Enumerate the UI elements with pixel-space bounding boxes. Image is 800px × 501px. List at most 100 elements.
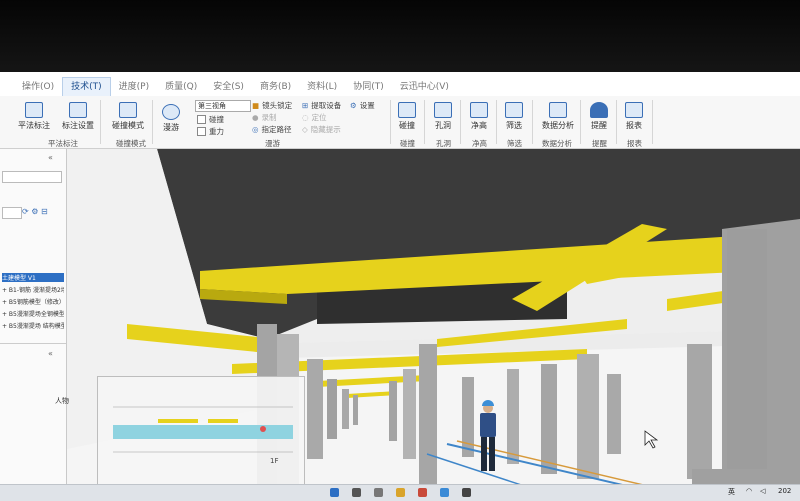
- minimap[interactable]: 1F: [97, 376, 305, 488]
- column: [419, 344, 437, 484]
- floor-select-dropdown[interactable]: [2, 207, 22, 219]
- group-label-filter: 筛选: [507, 139, 522, 148]
- bell-icon: [590, 102, 608, 118]
- gravity-checkbox-label: 重力: [209, 127, 224, 136]
- menu-item-documents[interactable]: 资料(L): [299, 78, 345, 96]
- filter-button[interactable]: 筛选: [505, 102, 523, 131]
- roam-icon: [162, 104, 180, 120]
- group-label-hole: 孔洞: [436, 139, 451, 148]
- collision-checkbox-label: 碰撞: [209, 115, 224, 124]
- set-path-option[interactable]: ◎ 指定路径: [252, 124, 292, 135]
- locate-option[interactable]: ◌ 定位: [302, 112, 327, 123]
- roam-button[interactable]: 漫游: [162, 104, 180, 133]
- menu-item-business[interactable]: 商务(B): [252, 78, 299, 96]
- minimap-band: [113, 425, 293, 439]
- roam-label: 漫游: [163, 123, 179, 132]
- tree-item[interactable]: + B5漫渐提场 结构模型: [2, 321, 64, 330]
- person-label: 人物: [55, 397, 69, 405]
- column: [403, 369, 416, 459]
- column: [389, 381, 397, 441]
- app-icon[interactable]: [418, 488, 427, 497]
- menu-item-safety[interactable]: 安全(S): [205, 78, 252, 96]
- filter-icon: [505, 102, 523, 118]
- volume-icon[interactable]: ◁: [760, 487, 765, 495]
- menu-item-cloud-center[interactable]: 云迅中心(V): [392, 78, 457, 96]
- hole-button[interactable]: 孔洞: [434, 102, 452, 131]
- app-icon[interactable]: [462, 488, 471, 497]
- monitor-bezel: [0, 0, 800, 72]
- column: [577, 354, 599, 479]
- start-icon[interactable]: [330, 488, 339, 497]
- menu-item-quality[interactable]: 质量(Q): [157, 78, 205, 96]
- search-icon[interactable]: [352, 488, 361, 497]
- column: [507, 369, 519, 464]
- group-label-report: 报表: [627, 139, 642, 148]
- menu-item-collaboration[interactable]: 协同(T): [345, 78, 392, 96]
- tree-item[interactable]: + B5钢筋模型（修改）1.V: [2, 297, 64, 306]
- menu-item-operate[interactable]: 操作(O): [14, 78, 62, 96]
- ribbon-separator: [460, 100, 461, 144]
- settings-option[interactable]: ⚙ 设置: [350, 100, 375, 111]
- ribbon-separator: [424, 100, 425, 144]
- mark-settings-button[interactable]: 标注设置: [62, 102, 94, 131]
- collapse-panel-button[interactable]: «: [48, 349, 53, 358]
- app-icon[interactable]: [440, 488, 449, 497]
- menu-item-progress[interactable]: 进度(P): [111, 78, 157, 96]
- tree-item[interactable]: + B5漫渐提场全钢模型: [2, 309, 64, 318]
- collapse-panel-button[interactable]: «: [48, 153, 53, 162]
- collision-mode-icon: [119, 102, 137, 118]
- data-analysis-button[interactable]: 数据分析: [542, 102, 574, 131]
- mark-settings-label: 标注设置: [62, 121, 94, 130]
- person-body: [480, 413, 496, 437]
- tree-item[interactable]: 土建模型 V1: [2, 273, 64, 282]
- menu-item-technology[interactable]: 技术(T): [62, 77, 111, 96]
- record-option[interactable]: ● 录制: [252, 112, 277, 123]
- settings-label: 设置: [359, 101, 375, 110]
- model-select-dropdown[interactable]: [2, 171, 62, 183]
- minimap-floor-label: 1F: [270, 457, 279, 465]
- hole-label: 孔洞: [435, 121, 451, 130]
- pick-device-option[interactable]: ⊞ 提取设备: [302, 100, 341, 111]
- view-select-dropdown[interactable]: 第三视角: [195, 100, 251, 112]
- lock-camera-label: 镜头锁定: [262, 101, 293, 110]
- wifi-icon[interactable]: ◠: [746, 487, 752, 495]
- left-panel: « ⟳ ⚙ ⊟ 土建模型 V1 + B1-钢筋 漫渐提场2场模... + B5钢…: [0, 149, 67, 500]
- clock-text[interactable]: 202: [778, 487, 791, 495]
- record-icon: ●: [252, 113, 259, 122]
- input-language-indicator[interactable]: 英: [728, 487, 735, 497]
- folder-icon[interactable]: [396, 488, 405, 497]
- collision-mode-button[interactable]: 碰撞模式: [112, 102, 144, 131]
- minimap-marker: [208, 419, 238, 423]
- plan-mark-label: 平法标注: [18, 121, 50, 130]
- report-button[interactable]: 报表: [625, 102, 643, 131]
- gravity-checkbox[interactable]: 重力: [197, 126, 224, 137]
- group-label-reminder: 提醒: [592, 139, 607, 148]
- column: [727, 229, 767, 469]
- collision-button[interactable]: 碰撞: [398, 102, 416, 131]
- reminder-button[interactable]: 提醒: [590, 102, 608, 131]
- lock-icon: ■: [252, 101, 260, 110]
- plan-mark-button[interactable]: 平法标注: [18, 102, 50, 131]
- path-icon: ◎: [252, 125, 259, 134]
- refresh-icon[interactable]: ⟳ ⚙ ⊟: [22, 207, 48, 216]
- tree-item[interactable]: + B1-钢筋 漫渐提场2场模...: [2, 285, 64, 294]
- collision-checkbox[interactable]: 碰撞: [197, 114, 224, 125]
- locate-icon: ◌: [302, 113, 309, 122]
- panel-divider: [0, 343, 66, 344]
- taskbar: 英 ◠ ◁ 202: [0, 484, 800, 501]
- plan-mark-icon: [25, 102, 43, 118]
- column: [342, 389, 349, 429]
- report-label: 报表: [626, 121, 642, 130]
- filter-label: 筛选: [506, 121, 522, 130]
- lock-camera-option[interactable]: ■ 镜头锁定: [252, 100, 292, 111]
- menu-bar: 操作(O) 技术(T) 进度(P) 质量(Q) 安全(S) 商务(B) 资料(L…: [0, 72, 800, 97]
- ribbon-separator: [616, 100, 617, 144]
- locate-label: 定位: [311, 113, 327, 122]
- hide-tip-option[interactable]: ◇ 隐藏提示: [302, 124, 341, 135]
- ribbon-toolbar: 平法标注 标注设置 平法标注 碰撞模式 碰撞模式 漫游 第三视角 碰撞 重力 ■…: [0, 96, 800, 149]
- taskview-icon[interactable]: [374, 488, 383, 497]
- hole-icon: [434, 102, 452, 118]
- clear-height-button[interactable]: 净高: [470, 102, 488, 131]
- ribbon-separator: [580, 100, 581, 144]
- pick-device-label: 提取设备: [311, 101, 342, 110]
